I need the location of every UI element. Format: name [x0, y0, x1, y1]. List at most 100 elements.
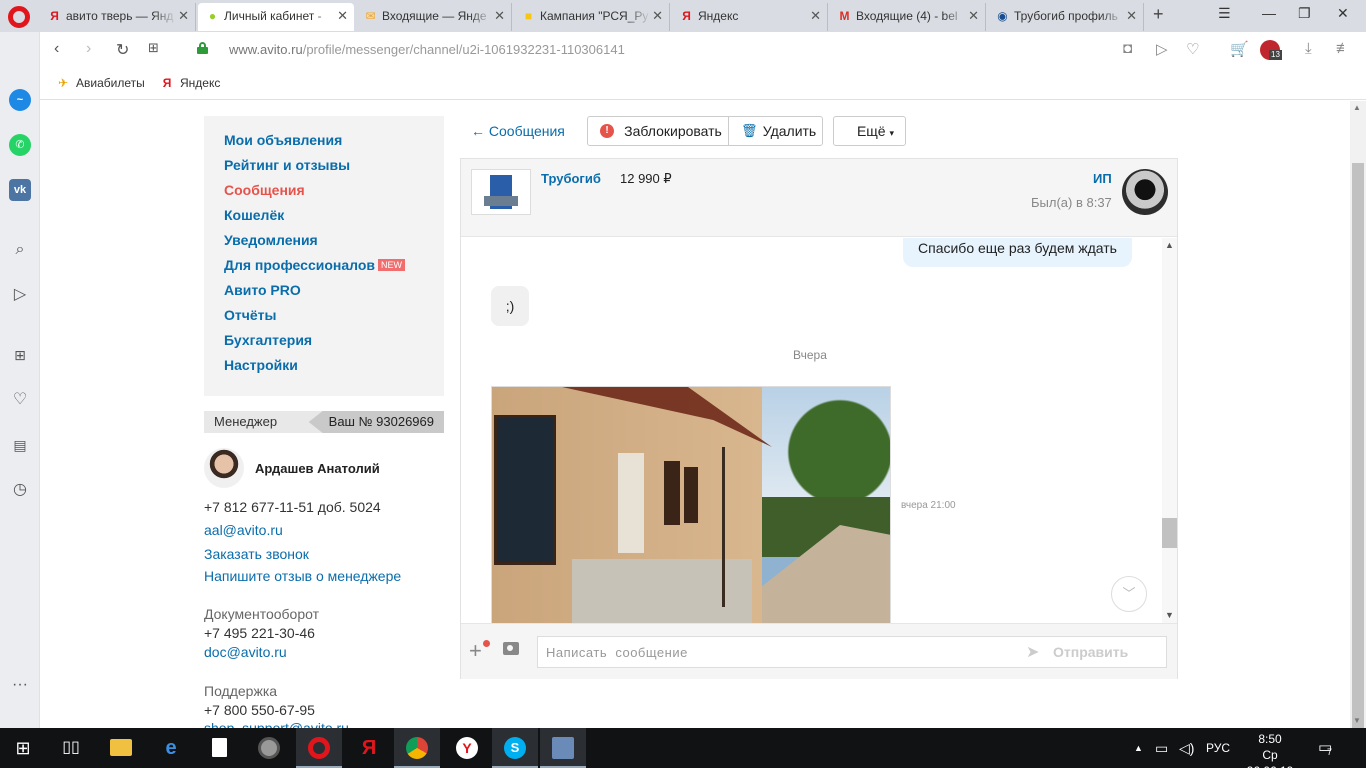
seller-avatar[interactable] [1122, 169, 1168, 215]
snapshot-icon[interactable]: ◘ [1123, 40, 1132, 57]
menu-notifications[interactable]: Уведомления [204, 228, 444, 253]
send-button[interactable]: ➤ Отправить [1026, 644, 1128, 661]
ad-thumbnail[interactable] [471, 169, 531, 215]
close-tab-icon[interactable]: ✕ [337, 3, 348, 29]
review-manager-link[interactable]: Напишите отзыв о менеджере [204, 568, 401, 584]
download-icon[interactable]: ⤓ [1305, 40, 1312, 57]
menu-settings[interactable]: Настройки [204, 353, 444, 378]
opera-menu-icon[interactable] [8, 6, 30, 28]
bookmark-yandex[interactable]: Я Яндекс [158, 76, 221, 90]
taskbar-opera[interactable] [296, 728, 342, 768]
heart-icon[interactable]: ♡ [1186, 40, 1199, 58]
notifications-icon[interactable]: ▭ 7 [1318, 728, 1332, 768]
camera-icon[interactable] [503, 642, 519, 655]
close-tab-icon[interactable]: ✕ [968, 3, 979, 29]
search-icon[interactable]: ⌕ [9, 239, 31, 261]
cart-icon[interactable]: 🛒 [1230, 40, 1249, 58]
forward-icon[interactable]: › [86, 40, 91, 58]
scroll-down-icon[interactable]: ▼ [1165, 610, 1174, 620]
scroll-up-icon[interactable]: ▲ [1353, 103, 1361, 112]
page-scrollbar[interactable]: ▲ ▼ [1350, 101, 1366, 728]
scroll-to-bottom-button[interactable]: ﹀ [1111, 576, 1147, 612]
news-icon[interactable]: ▤ [9, 434, 31, 456]
new-tab-icon[interactable]: + [1153, 4, 1164, 25]
close-tab-icon[interactable]: ✕ [178, 3, 189, 29]
taskbar-skype[interactable]: S [492, 728, 538, 768]
chat-scroll-thumb[interactable] [1162, 518, 1177, 548]
menu-accounting[interactable]: Бухгалтерия [204, 328, 444, 353]
start-button[interactable]: ⊞ [0, 728, 46, 768]
more-icon[interactable]: ··· [9, 674, 31, 696]
taskbar-screenshot-tool[interactable] [540, 728, 586, 768]
tab-yandex[interactable]: Я Яндекс ✕ [672, 3, 828, 31]
bookmarks-icon[interactable]: ♡ [9, 389, 31, 411]
menu-my-ads[interactable]: Мои объявления [204, 128, 444, 153]
seller-name-link[interactable]: ИП [1093, 171, 1112, 186]
history-icon[interactable]: ◷ [9, 479, 31, 501]
minimize-icon[interactable]: — [1262, 5, 1276, 21]
adblock-icon[interactable]: 13 [1260, 40, 1282, 60]
more-button[interactable]: Ещё ▾ [833, 116, 906, 146]
back-to-messages-link[interactable]: ← Сообщения [471, 123, 565, 139]
message-list[interactable]: Спасибо еще раз будем ждать ;) Вчера вче… [461, 238, 1163, 623]
tab-gmail[interactable]: M Входящие (4) - bel ✕ [830, 3, 986, 31]
tab-avito-tver[interactable]: Я авито тверь — Янд ✕ [40, 3, 196, 31]
taskbar-yandex[interactable]: Y [444, 728, 490, 768]
back-icon[interactable]: ‹ [54, 40, 59, 58]
taskbar-film[interactable] [246, 728, 292, 768]
speed-dial-icon[interactable]: ⊞ [9, 344, 31, 366]
url-field[interactable]: www.avito.ru/profile/messenger/channel/u… [229, 42, 625, 57]
easy-setup-icon[interactable]: ≢ [1336, 40, 1351, 57]
bookmark-flights[interactable]: ✈ Авиабилеты [54, 76, 145, 90]
attach-plus-icon[interactable]: + [469, 638, 490, 664]
support-email[interactable]: shop_support@avito.ru [204, 720, 349, 728]
language-indicator[interactable]: РУС [1206, 728, 1230, 768]
menu-reports[interactable]: Отчёты [204, 303, 444, 328]
taskbar-chrome[interactable] [394, 728, 440, 768]
restore-icon[interactable]: ❐ [1298, 5, 1311, 22]
page-scroll-thumb[interactable] [1352, 163, 1364, 728]
close-tab-icon[interactable]: ✕ [810, 3, 821, 29]
scroll-down-icon[interactable]: ▼ [1353, 716, 1361, 725]
tab-pipe-bender[interactable]: ◉ Трубогиб профиль ✕ [988, 3, 1144, 31]
send-icon[interactable]: ▷ [1156, 40, 1168, 58]
taskbar-explorer[interactable] [98, 728, 144, 768]
lock-icon[interactable] [197, 42, 208, 54]
docs-email[interactable]: doc@avito.ru [204, 644, 287, 660]
menu-messages[interactable]: Сообщения [204, 178, 444, 203]
tab-campaign[interactable]: ■ Кампания "РСЯ_Ру ✕ [514, 3, 670, 31]
scroll-up-icon[interactable]: ▲ [1165, 240, 1174, 250]
taskbar-yandex-browser[interactable]: Я [346, 728, 392, 768]
menu-professionals[interactable]: Для профессионалов NEW [204, 253, 444, 278]
close-window-icon[interactable]: ✕ [1337, 5, 1349, 22]
ad-title-link[interactable]: Трубогиб [541, 171, 601, 186]
volume-icon[interactable]: ◁) [1179, 728, 1194, 768]
messenger-icon[interactable]: ~ [9, 89, 31, 111]
vk-icon[interactable]: vk [9, 179, 31, 201]
delete-button[interactable]: 🗑 Удалить [728, 116, 823, 146]
close-tab-icon[interactable]: ✕ [652, 3, 663, 29]
close-tab-icon[interactable]: ✕ [494, 3, 505, 29]
task-view-button[interactable]: ▯▯ [48, 728, 94, 768]
whatsapp-icon[interactable]: ✆ [9, 134, 31, 156]
menu-avito-pro[interactable]: Авито PRO [204, 278, 444, 303]
manager-email[interactable]: aal@avito.ru [204, 522, 283, 538]
taskbar-edge[interactable]: e [148, 728, 194, 768]
clock[interactable]: 8:50 Ср 26.06.19 [1240, 731, 1300, 768]
flow-icon[interactable]: ▷ [9, 284, 31, 306]
message-photo[interactable] [491, 386, 891, 623]
network-icon[interactable]: ▭ [1155, 728, 1168, 768]
chat-scrollbar[interactable]: ▲ ▼ [1162, 238, 1177, 623]
tab-menu-icon[interactable]: ☰ [1218, 5, 1231, 22]
block-button[interactable]: ! Заблокировать [587, 116, 729, 146]
menu-wallet[interactable]: Кошелёк [204, 203, 444, 228]
tray-expand-icon[interactable]: ▲ [1134, 728, 1143, 768]
order-call-link[interactable]: Заказать звонок [204, 546, 309, 562]
menu-rating[interactable]: Рейтинг и отзывы [204, 153, 444, 178]
speed-dial-icon[interactable]: ⊞ [148, 40, 159, 56]
tab-personal-cabinet[interactable]: ● Личный кабинет - ✕ [198, 3, 354, 31]
taskbar-file[interactable] [196, 728, 242, 768]
tab-yandex-mail[interactable]: ✉ Входящие — Янде ✕ [356, 3, 512, 31]
close-tab-icon[interactable]: ✕ [1126, 3, 1137, 29]
reload-icon[interactable]: ↻ [116, 40, 129, 60]
